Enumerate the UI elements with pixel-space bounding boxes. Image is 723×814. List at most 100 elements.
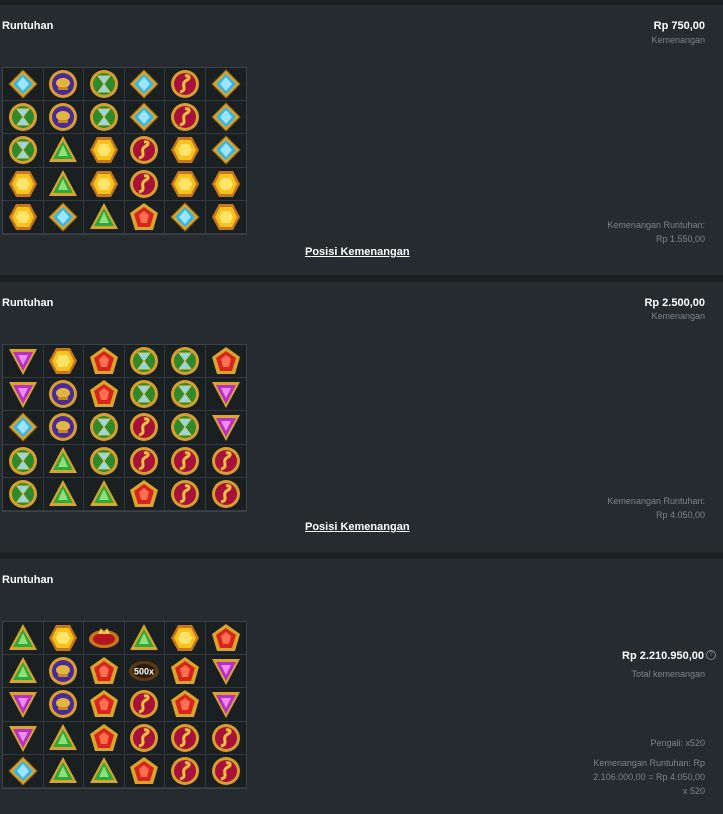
grid-cell: [3, 134, 44, 168]
grid-cell: [43, 655, 84, 689]
green-hourglass-coin-icon: [170, 380, 199, 409]
green-triangle-gem-icon: [49, 479, 78, 506]
green-triangle-gem-icon: [49, 756, 78, 783]
grid-cell: [84, 655, 125, 689]
red-pentagon-gem-icon: [89, 723, 118, 751]
red-serpent-coin-icon: [211, 723, 240, 752]
red-serpent-coin-icon: [170, 103, 199, 132]
yellow-hexagon-gem-icon: [8, 170, 37, 197]
grid-cell: [43, 378, 84, 412]
red-serpent-coin-icon: [211, 756, 240, 785]
grid-cell: [3, 688, 44, 722]
green-triangle-gem-icon: [89, 202, 118, 229]
grid-cell: [3, 721, 44, 755]
red-pentagon-gem-icon: [130, 202, 159, 230]
purple-triangle-gem-icon: [8, 382, 37, 409]
winning-positions-link[interactable]: Posisi Kemenangan: [305, 246, 410, 258]
total-win-amount: Rp 2.210.950,00?: [622, 650, 716, 662]
grid-cell: [205, 201, 246, 234]
green-triangle-gem-icon: [49, 723, 78, 750]
winning-positions-link[interactable]: Posisi Kemenangan: [305, 521, 410, 533]
total-win-caption: Total kemenangan: [631, 669, 705, 679]
blue-diamond-gem-icon: [170, 202, 200, 232]
grid-cell: [205, 101, 246, 135]
grid-cell: [165, 378, 206, 412]
red-pentagon-gem-icon: [89, 657, 118, 685]
grid-cell: [205, 622, 246, 656]
green-triangle-gem-icon: [8, 657, 37, 684]
purple-triangle-gem-icon: [211, 692, 240, 719]
yellow-hexagon-gem-icon: [170, 170, 199, 197]
grid-cell: [124, 378, 165, 412]
purple-scarab-coin-icon: [49, 657, 78, 686]
winged-crown-scatter-icon: [88, 628, 119, 649]
grid-cell: [165, 688, 206, 722]
grid-cell: [124, 200, 165, 234]
grid-cell: [165, 721, 206, 755]
blue-diamond-gem-icon: [48, 202, 78, 232]
yellow-hexagon-gem-icon: [89, 170, 118, 197]
cascade-win-label: Kemenangan Runtuhan:: [607, 220, 705, 230]
grid-cell: [84, 134, 125, 168]
red-pentagon-gem-icon: [211, 624, 240, 652]
grid-cell: [3, 444, 44, 478]
grid-cell: [124, 622, 165, 656]
grid-cell: [43, 167, 84, 201]
grid-cell: [84, 68, 125, 102]
grid-cell: [205, 68, 246, 102]
grid-cell: [43, 200, 84, 234]
grid-cell: [205, 722, 246, 755]
purple-triangle-gem-icon: [8, 349, 37, 376]
purple-scarab-coin-icon: [49, 413, 78, 442]
red-pentagon-gem-icon: [211, 347, 240, 375]
grid-cell: [205, 345, 246, 379]
purple-scarab-coin-icon: [49, 103, 78, 132]
blue-diamond-gem-icon: [211, 69, 241, 99]
grid-cell: [165, 68, 206, 102]
multiplier-orb-icon: 500x: [129, 661, 160, 682]
grid-cell: [165, 477, 206, 511]
grid-cell: [84, 754, 125, 788]
grid-cell: [84, 721, 125, 755]
grid-cell: [205, 688, 246, 722]
grid-cell: [205, 478, 246, 511]
red-serpent-coin-icon: [170, 479, 199, 508]
blue-diamond-gem-icon: [8, 69, 38, 99]
purple-triangle-gem-icon: [211, 382, 240, 409]
grid-cell: [124, 134, 165, 168]
cascade-panel-3: Runtuhan 500x Rp 2.210.950,00? Total kem…: [0, 559, 723, 814]
grid-cell: [124, 721, 165, 755]
green-hourglass-coin-icon: [8, 446, 37, 475]
red-serpent-coin-icon: [170, 756, 199, 785]
red-pentagon-gem-icon: [89, 347, 118, 375]
cascade-win-value: Rp 4.050,00: [655, 510, 705, 520]
blue-diamond-gem-icon: [129, 102, 159, 132]
grid-cell: [84, 411, 125, 445]
cascade-panel-1: Runtuhan Rp 750,00 Kemenangan Kemenangan…: [0, 5, 723, 275]
yellow-hexagon-gem-icon: [211, 203, 240, 230]
grid-cell: [43, 721, 84, 755]
grid-cell: [205, 655, 246, 689]
red-serpent-coin-icon: [130, 169, 159, 198]
grid-cell: [205, 134, 246, 168]
grid-cell: [3, 167, 44, 201]
grid-cell: [165, 345, 206, 379]
green-triangle-gem-icon: [49, 169, 78, 196]
red-serpent-coin-icon: [130, 723, 159, 752]
grid-cell: [43, 101, 84, 135]
grid-cell: [3, 68, 44, 102]
help-icon[interactable]: ?: [706, 650, 716, 660]
red-serpent-coin-icon: [130, 413, 159, 442]
symbol-grid: [2, 344, 247, 512]
purple-triangle-gem-icon: [8, 692, 37, 719]
grid-cell: [3, 754, 44, 788]
green-hourglass-coin-icon: [89, 446, 118, 475]
grid-cell: [165, 411, 206, 445]
green-hourglass-coin-icon: [170, 413, 199, 442]
red-pentagon-gem-icon: [170, 657, 199, 685]
grid-cell: [84, 200, 125, 234]
green-triangle-gem-icon: [8, 624, 37, 651]
grid-cell: [165, 167, 206, 201]
red-pentagon-gem-icon: [89, 380, 118, 408]
green-triangle-gem-icon: [49, 446, 78, 473]
